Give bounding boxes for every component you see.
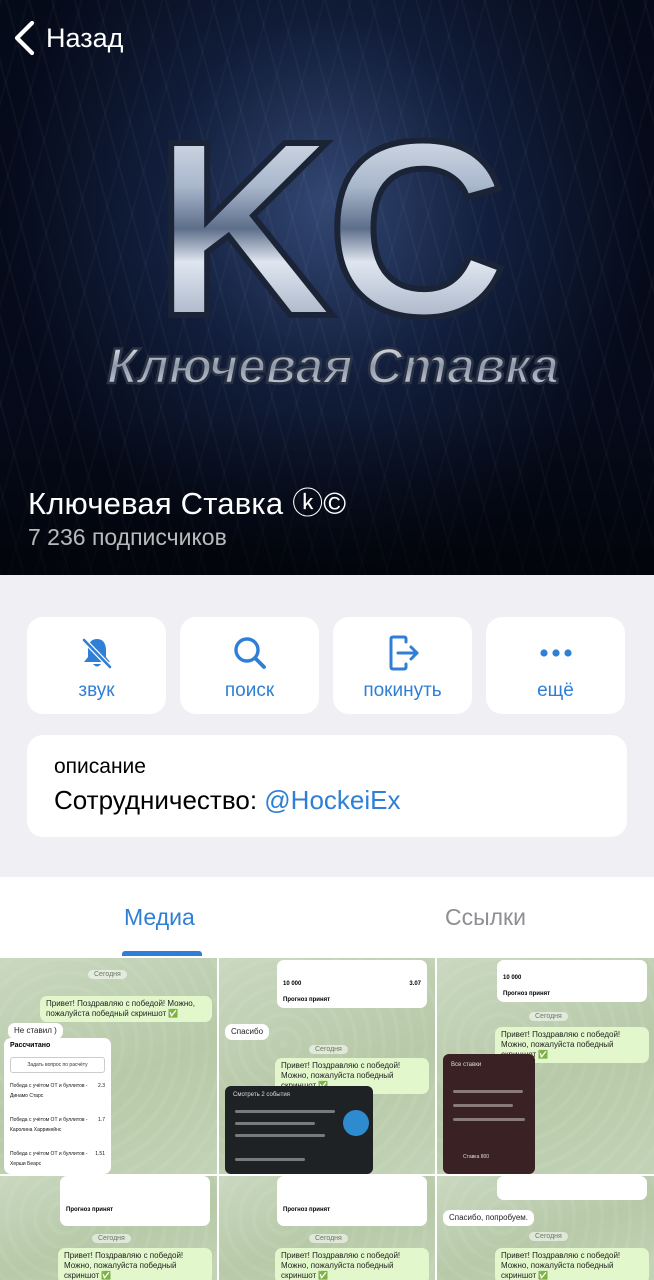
action-bar: звук поиск покинуть ещё [27,617,627,714]
date-pill: Сегодня [88,970,127,979]
bet-card-screenshot [497,1176,647,1200]
fab-icon [343,1110,369,1136]
description-card: описание Сотрудничество: @HockeiEx [27,735,627,837]
slip-row: Победа с учётом ОТ и буллитов - Херши Бе… [10,1149,105,1169]
tab-bar: Медиа Ссылки [0,877,654,958]
chat-bubble-in: Не ставил ) [8,1023,63,1039]
contact-link[interactable]: @HockeiEx [264,785,400,815]
leave-icon [389,635,418,670]
date-pill: Сегодня [309,1045,348,1054]
bet-card-screenshot: Прогноз принят [277,1176,427,1226]
slip-row-label: Победа с учётом ОТ и буллитов - Динамо С… [10,1083,88,1099]
bet-card-screenshot: 10 000 3.07 Прогноз принят [277,960,427,1008]
bet-odds: 3.07 [409,981,421,987]
slip-row-label: Победа с учётом ОТ и буллитов - Херши Бе… [10,1151,88,1167]
app-screenshot-title: Смотреть 2 события [233,1092,290,1098]
bell-slash-icon [81,637,112,669]
media-thumbnail[interactable]: Спасибо, попробуем. Сегодня Привет! Позд… [437,1176,654,1280]
search-icon [233,636,266,669]
search-label: поиск [224,679,275,701]
app-screenshot-amount: Ставка 800 [463,1154,490,1160]
chevron-left-icon [14,20,35,56]
mute-label: звук [78,679,115,701]
slip-row-odds: 1.51 [95,1151,105,1157]
bet-status: Прогноз принят [283,997,331,1003]
bet-card-screenshot: Прогноз принят [60,1176,210,1226]
back-label: Назад [46,22,124,53]
chat-bubble-in: Спасибо [225,1024,270,1040]
bet-amount: 10 000 [503,975,522,981]
active-tab-indicator [122,951,202,956]
more-button[interactable]: ещё [486,617,625,714]
media-thumbnail[interactable]: 10 000 3.07 Прогноз принят Спасибо Сегодн… [219,958,435,1174]
channel-logo: KC Ключевая Ставка [106,100,560,395]
slip-button: Задать вопрос по расчёту [10,1057,105,1073]
bet-status: Прогноз принят [66,1207,114,1213]
app-screenshot-title: Все ставки [451,1062,482,1068]
bet-card-screenshot: 10 000 Прогноз принят [497,960,647,1002]
date-pill: Сегодня [529,1012,568,1021]
tab-links[interactable]: Ссылки [445,904,526,931]
bet-status: Прогноз принят [503,991,551,997]
description-body: Сотрудничество: [54,785,265,815]
more-icon [539,648,572,657]
channel-name: Ключевая Ставка ⓚ© [28,486,347,521]
slip-row: Победа с учётом ОТ и буллитов - Динамо С… [10,1081,105,1101]
slip-row-odds: 1.7 [98,1117,105,1123]
chat-bubble-out: Привет! Поздравляю с победой! Можно, пож… [495,1248,649,1280]
bet-amount: 10 000 [283,981,302,987]
media-thumbnail[interactable]: Сегодня Привет! Поздравляю с победой! Мо… [0,958,217,1174]
description-heading: описание [54,755,146,778]
media-thumbnail[interactable]: Прогноз принят Сегодня Привет! Поздравля… [0,1176,217,1280]
chat-bubble-out: Привет! Поздравляю с победой! Можно, пож… [275,1248,429,1280]
logo-letters: KC [154,100,501,368]
slip-row: Победа с учётом ОТ и буллитов - Каролина… [10,1115,105,1135]
media-grid: Сегодня Привет! Поздравляю с победой! Мо… [0,958,654,1280]
mute-button[interactable]: звук [27,617,166,714]
bet-status: Прогноз принят [283,1207,331,1213]
media-thumbnail[interactable]: Прогноз принят Сегодня Привет! Поздравля… [219,1176,435,1280]
channel-header: KC Ключевая Ставка Назад Ключевая Ставка… [0,0,654,575]
bet-slip-screenshot: Рассчитано Задать вопрос по расчёту Побе… [4,1038,111,1174]
app-screenshot: Все ставки Ставка 800 [443,1054,535,1174]
search-button[interactable]: поиск [180,617,319,714]
back-button[interactable]: Назад [12,18,123,58]
date-pill: Сегодня [309,1234,348,1243]
app-screenshot: Смотреть 2 события [225,1086,373,1174]
chat-bubble-in: Спасибо, попробуем. [443,1210,535,1226]
bet-amount-row: 10 000 3.07 [283,979,421,989]
leave-button[interactable]: покинуть [333,617,472,714]
tab-media[interactable]: Медиа [124,904,195,931]
date-pill: Сегодня [529,1232,568,1241]
subscriber-count: 7 236 подписчиков [28,524,227,550]
media-thumbnail[interactable]: 10 000 Прогноз принят Сегодня Привет! По… [437,958,654,1174]
more-label: ещё [537,679,574,701]
slip-row-odds: 2.3 [98,1083,105,1089]
slip-title: Рассчитано [10,1042,51,1049]
chat-bubble-out: Привет! Поздравляю с победой! Можно, пож… [58,1248,212,1280]
leave-label: покинуть [363,679,442,701]
date-pill: Сегодня [92,1234,131,1243]
chat-bubble-out: Привет! Поздравляю с победой! Можно, пож… [40,996,212,1022]
logo-caption: Ключевая Ставка [107,338,559,394]
description-text: Сотрудничество: @HockeiEx [54,785,600,816]
slip-row-label: Победа с учётом ОТ и буллитов - Каролина… [10,1117,88,1133]
